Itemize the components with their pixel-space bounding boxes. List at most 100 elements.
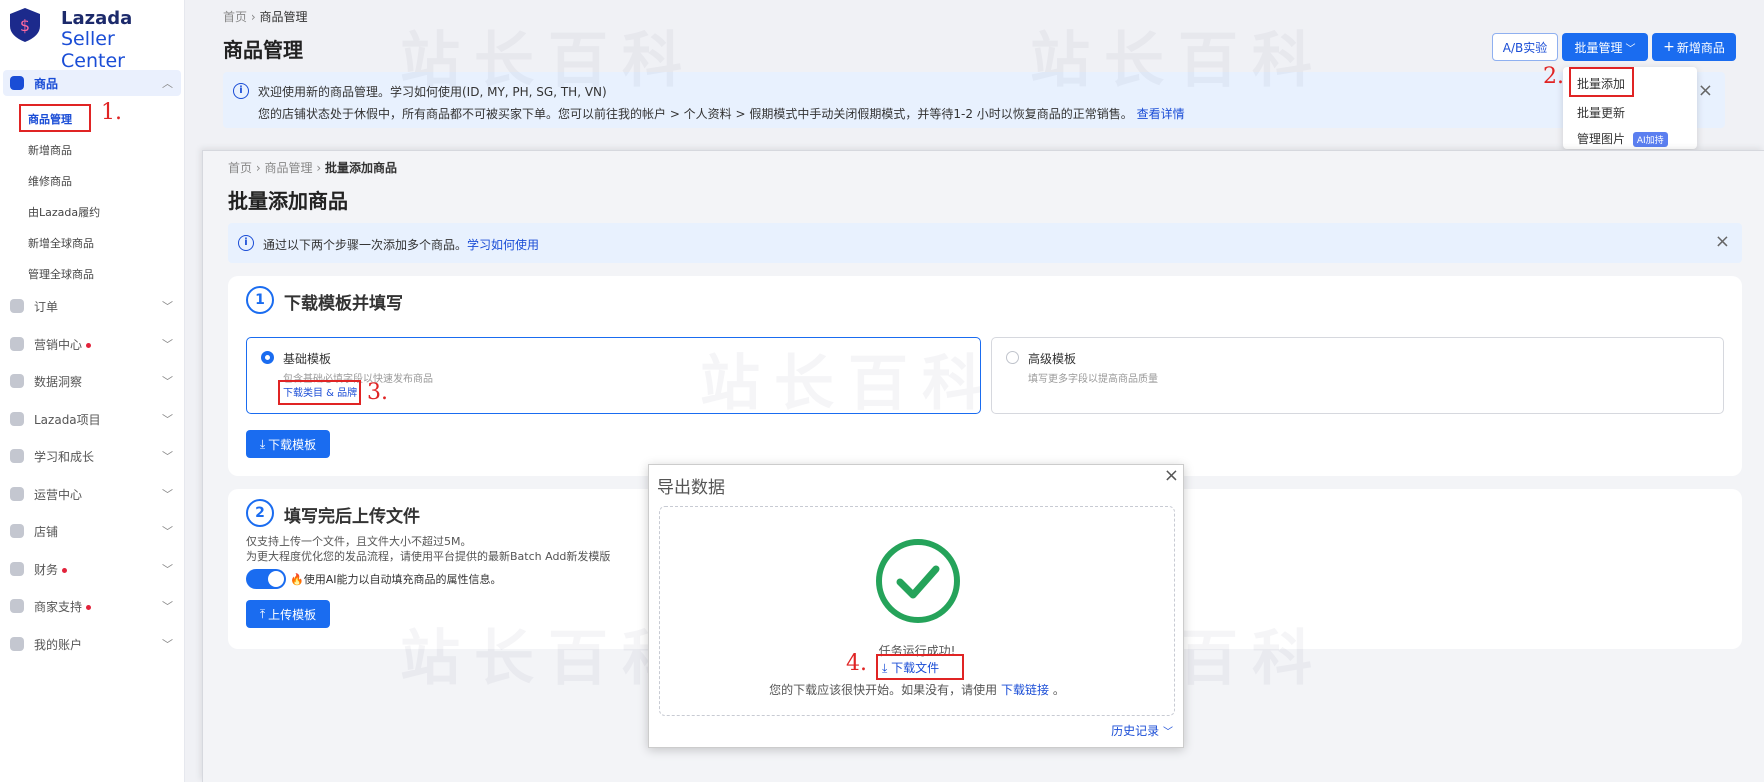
- upload-icon: ⤒: [259, 606, 266, 621]
- learning-icon: [10, 449, 24, 463]
- step-number: 2: [246, 499, 274, 527]
- close-icon[interactable]: ×: [1164, 465, 1179, 486]
- account-icon: [10, 637, 24, 651]
- orders-icon: [10, 299, 24, 313]
- history-toggle[interactable]: 历史记录 ﹀: [1111, 722, 1173, 739]
- annotation-box-4: [876, 654, 964, 680]
- chevron-down-icon: ﹀: [162, 638, 173, 651]
- sidebar-item-label: 我的账户: [34, 638, 83, 652]
- ai-badge: AI加持: [1632, 132, 1668, 147]
- sub-item-manage-global[interactable]: 管理全球商品: [28, 266, 94, 282]
- notification-dot: [86, 343, 92, 348]
- sidebar-item-label: 运营中心: [34, 488, 83, 502]
- annotation-box-3: [278, 380, 361, 405]
- sidebar-item-label: 学习和成长: [34, 450, 95, 464]
- sidebar-item-operations[interactable]: 运营中心 ﹀: [3, 481, 181, 507]
- sub-item-fbl[interactable]: 由Lazada履约: [28, 204, 100, 220]
- breadcrumb-separator: ›: [316, 161, 325, 175]
- success-check-icon: [876, 539, 960, 623]
- notification-dot: [62, 568, 68, 573]
- chevron-down-icon: ﹀: [162, 375, 173, 388]
- radio-selected[interactable]: [261, 351, 274, 364]
- watermark: 站长百科: [700, 349, 996, 419]
- sidebar-item-learning[interactable]: 学习和成长 ﹀: [3, 443, 181, 469]
- page-title: 商品管理: [223, 38, 303, 62]
- info-message: 通过以下两个步骤一次添加多个商品。: [263, 238, 468, 252]
- sidebar-item-store[interactable]: 店铺 ﹀: [3, 518, 181, 544]
- upload-template-label: 上传模板: [268, 607, 317, 622]
- ai-autofill-toggle[interactable]: [246, 569, 286, 589]
- view-details-link[interactable]: 查看详情: [1137, 107, 1185, 121]
- sidebar-item-insights[interactable]: 数据洞察 ﹀: [3, 368, 181, 394]
- upload-template-button[interactable]: ⤒ 上传模板: [246, 600, 330, 628]
- step-number: 1: [246, 286, 274, 314]
- chevron-down-icon: ﹀: [162, 450, 173, 463]
- radio-unselected[interactable]: [1006, 351, 1019, 364]
- sub-item-add-product[interactable]: 新增商品: [28, 142, 72, 158]
- chevron-down-icon: ﹀: [162, 413, 173, 426]
- advanced-template-label: 高级模板: [1028, 352, 1077, 366]
- sidebar-item-my-account[interactable]: 我的账户 ﹀: [3, 631, 181, 657]
- dollar-icon: [10, 412, 24, 426]
- history-label: 历史记录: [1111, 724, 1160, 738]
- menu-item-manage-images[interactable]: 管理图片 AI加持: [1577, 130, 1668, 147]
- ai-autofill-text: 🔥使用AI能力以自动填充商品的属性信息。: [290, 571, 501, 587]
- menu-item-bulk-update[interactable]: 批量更新: [1577, 104, 1625, 121]
- download-template-button[interactable]: ⤓ 下载模板: [246, 430, 330, 458]
- plus-icon: +: [1663, 39, 1675, 55]
- learn-how-link[interactable]: 学习如何使用: [467, 238, 539, 252]
- sub-item-add-global[interactable]: 新增全球商品: [28, 235, 94, 251]
- manage-images-label: 管理图片: [1577, 132, 1626, 146]
- annotation-box-1: [19, 104, 91, 132]
- sidebar-item-label: 数据洞察: [34, 375, 83, 389]
- annotation-step-2: 2.: [1543, 64, 1564, 89]
- bulk-manage-label: 批量管理: [1574, 40, 1623, 55]
- sidebar-item-label: 商家支持: [34, 598, 92, 615]
- modal-content: 任务运行成功! ⤓ 下载文件 您的下载应该很快开始。如果没有，请使用 下载链接 …: [659, 506, 1175, 716]
- info-text: 通过以下两个步骤一次添加多个商品。学习如何使用: [263, 236, 539, 253]
- advanced-template-option[interactable]: 高级模板 填写更多字段以提高商品质量: [991, 337, 1724, 414]
- download-hint-text: 您的下载应该很快开始。如果没有，请使用: [769, 683, 998, 697]
- add-product-button[interactable]: + 新增商品: [1652, 33, 1736, 61]
- insights-icon: [10, 374, 24, 388]
- ab-test-button[interactable]: A/B实验: [1492, 33, 1558, 61]
- breadcrumb-home[interactable]: 首页: [223, 10, 247, 24]
- svg-text:$: $: [20, 16, 30, 35]
- bulk-manage-button[interactable]: 批量管理 ﹀: [1562, 33, 1648, 61]
- chevron-down-icon: ﹀: [162, 338, 173, 351]
- breadcrumb: 首页 › 商品管理: [223, 8, 307, 25]
- lazada-logo[interactable]: $ Lazada Seller Center: [6, 8, 181, 72]
- sub-item-repair-product[interactable]: 维修商品: [28, 173, 72, 189]
- sidebar-item-lazada-projects[interactable]: Lazada项目 ﹀: [3, 406, 181, 432]
- step-title: 下载模板并填写: [284, 294, 403, 314]
- sidebar-item-marketing[interactable]: 营销中心 ﹀: [3, 331, 181, 357]
- support-icon: [10, 599, 24, 613]
- sidebar-item-label: 店铺: [34, 525, 59, 539]
- brand-subtitle: Seller Center: [61, 28, 125, 72]
- breadcrumb-current: 批量添加商品: [324, 161, 397, 175]
- brand-name: Lazada: [61, 8, 133, 29]
- sidebar-item-seller-support[interactable]: 商家支持 ﹀: [3, 593, 181, 619]
- banner-vacation: 您的店铺状态处于休假中，所有商品都不可被买家下单。您可以前往我的帐户 > 个人资…: [258, 105, 1298, 122]
- close-icon[interactable]: ×: [1715, 231, 1730, 252]
- breadcrumb-product-manage[interactable]: 商品管理: [264, 161, 312, 175]
- lazada-heart-icon: $: [10, 8, 40, 42]
- operations-icon: [10, 487, 24, 501]
- notification-dot: [86, 605, 92, 610]
- page-title: 批量添加商品: [228, 189, 348, 213]
- close-icon[interactable]: ×: [1698, 80, 1713, 101]
- download-template-label: 下载模板: [268, 437, 317, 452]
- sidebar-item-finance[interactable]: 财务 ﹀: [3, 556, 181, 582]
- watermark: 站长百科: [1030, 26, 1326, 96]
- sidebar-item-orders[interactable]: 订单 ﹀: [3, 293, 181, 319]
- info-icon: i: [238, 235, 254, 251]
- chevron-down-icon: ﹀: [162, 488, 173, 501]
- breadcrumb-current: 商品管理: [259, 10, 308, 24]
- chevron-down-icon: ﹀: [162, 600, 173, 613]
- banner-vacation-text: 您的店铺状态处于休假中，所有商品都不可被买家下单。您可以前往我的帐户 > 个人资…: [258, 107, 1133, 121]
- download-link[interactable]: 下载链接: [1001, 683, 1049, 697]
- info-icon: i: [233, 83, 249, 99]
- breadcrumb-home[interactable]: 首页: [228, 161, 252, 175]
- sidebar-item-label: Lazada项目: [34, 413, 101, 427]
- sidebar-item-product[interactable]: 商品 ︿: [3, 70, 181, 96]
